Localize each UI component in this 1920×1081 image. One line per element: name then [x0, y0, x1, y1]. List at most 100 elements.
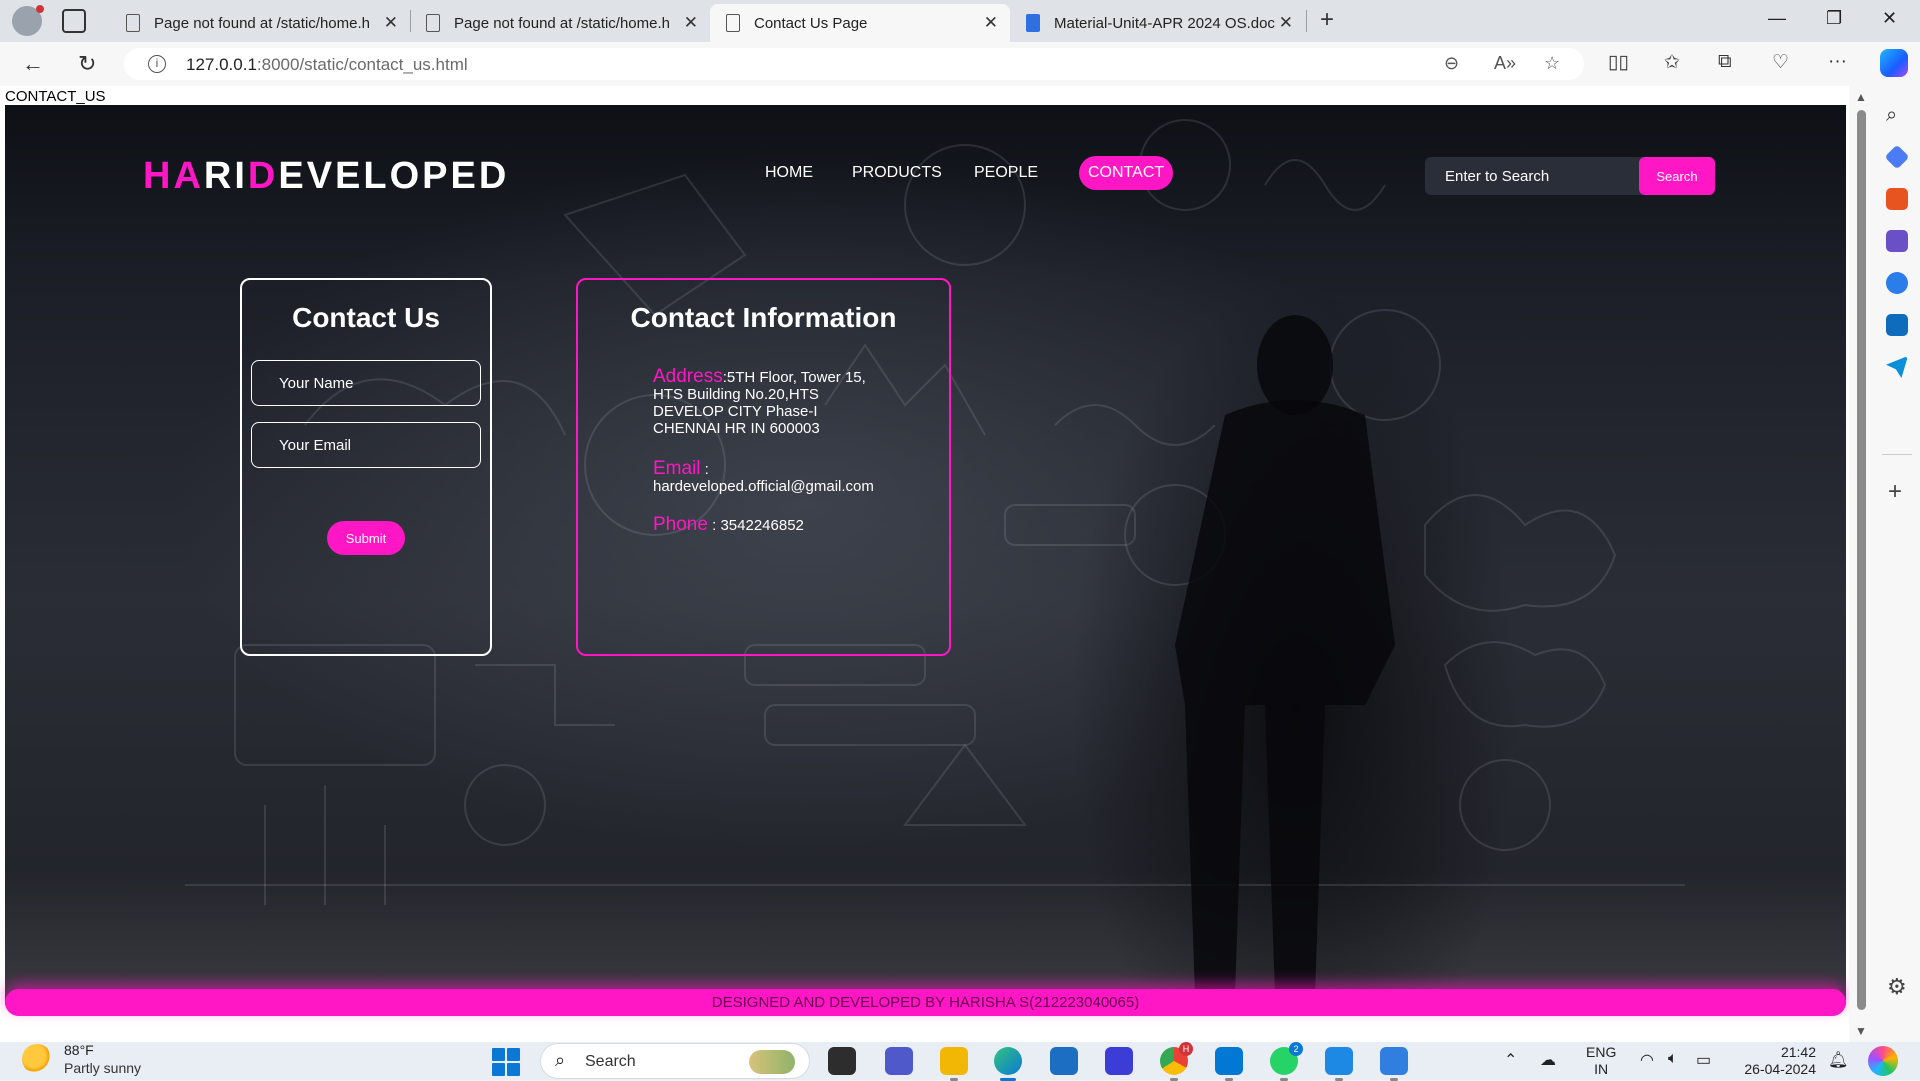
- submit-button[interactable]: Submit: [327, 521, 405, 555]
- search-input[interactable]: [1425, 157, 1635, 195]
- site-info-icon[interactable]: i: [148, 55, 166, 73]
- tab-page-not-found-2[interactable]: Page not found at /static/home.h ✕: [410, 4, 710, 42]
- clock[interactable]: 21:42 26-04-2024: [1740, 1044, 1816, 1078]
- close-tab-icon[interactable]: ✕: [984, 13, 998, 33]
- whatsapp-icon[interactable]: 2: [1270, 1042, 1303, 1081]
- scroll-down-arrow-icon[interactable]: ▼: [1855, 1024, 1867, 1038]
- sidebar-tag-icon[interactable]: [1884, 144, 1910, 170]
- address-block: Address:5TH Floor, Tower 15, HTS Buildin…: [653, 366, 913, 437]
- search-button[interactable]: Search: [1639, 157, 1715, 195]
- chrome-profile-badge: H: [1179, 1042, 1193, 1056]
- tab-contact-us[interactable]: Contact Us Page ✕: [710, 4, 1010, 42]
- battery-icon[interactable]: ▭: [1696, 1050, 1711, 1070]
- copilot-icon[interactable]: [1880, 49, 1908, 77]
- sidebar-tools-icon[interactable]: [1886, 188, 1908, 210]
- close-tab-icon[interactable]: ✕: [1279, 13, 1293, 33]
- start-windows-icon[interactable]: [492, 1048, 520, 1076]
- editor-app-icon[interactable]: [1105, 1047, 1133, 1075]
- email-value: hardeveloped.official@gmail.com: [653, 478, 874, 495]
- sidebar-settings-gear-icon[interactable]: ⚙: [1887, 974, 1907, 1000]
- minimize-icon[interactable]: —: [1768, 8, 1786, 29]
- tray-overflow-chevron-icon[interactable]: ⌃: [1504, 1050, 1517, 1070]
- contact-form-title: Contact Us: [292, 302, 440, 333]
- phone-label: Phone: [653, 514, 708, 535]
- teams-icon[interactable]: [885, 1047, 913, 1075]
- weather-temp[interactable]: 88°F: [64, 1042, 94, 1058]
- tab-page-not-found-1[interactable]: Page not found at /static/home.h ✕: [110, 4, 410, 42]
- profile-avatar-icon[interactable]: [12, 5, 44, 36]
- volume-icon[interactable]: 🔈︎: [1668, 1050, 1678, 1068]
- refresh-icon[interactable]: ↻: [78, 51, 96, 77]
- edge-sidebar: ⌕ + ⚙: [1874, 86, 1920, 1042]
- taskbar-search[interactable]: ⌕ Search: [540, 1043, 810, 1079]
- sidebar-divider: [1882, 454, 1912, 455]
- notification-bell-icon[interactable]: 🔔︎: [1828, 1050, 1848, 1070]
- email-label: Email: [653, 458, 701, 479]
- notepad-icon[interactable]: [1325, 1047, 1353, 1081]
- read-aloud-icon[interactable]: A»: [1494, 53, 1516, 74]
- browser-essentials-icon[interactable]: ♡: [1772, 51, 1789, 74]
- sidebar-games-icon[interactable]: [1886, 230, 1908, 252]
- language-indicator[interactable]: ENG IN: [1586, 1044, 1616, 1078]
- email-field[interactable]: [251, 422, 481, 468]
- favorite-star-icon[interactable]: ☆: [1544, 53, 1560, 74]
- back-arrow-icon[interactable]: ←: [22, 51, 44, 77]
- contact-info-title: Contact Information: [630, 302, 897, 333]
- close-tab-icon[interactable]: ✕: [384, 13, 398, 33]
- sidebar-send-icon[interactable]: [1886, 356, 1908, 378]
- weather-desc[interactable]: Partly sunny: [64, 1060, 141, 1076]
- sidebar-m365-icon[interactable]: [1886, 272, 1908, 294]
- restore-icon[interactable]: ❐: [1826, 8, 1842, 29]
- search-highlight-icon: [749, 1050, 795, 1074]
- site-search: Search: [1425, 157, 1715, 195]
- nav-home[interactable]: HOME: [765, 156, 813, 190]
- onedrive-cloud-icon[interactable]: ☁: [1540, 1050, 1556, 1070]
- store-icon[interactable]: [1050, 1047, 1078, 1075]
- chrome-icon[interactable]: H: [1160, 1042, 1193, 1081]
- tab-actions-icon[interactable]: [62, 9, 86, 33]
- more-options-icon[interactable]: ···: [1828, 51, 1847, 73]
- address-bar[interactable]: i 127.0.0.1:8000/static/contact_us.html …: [124, 48, 1584, 80]
- name-field[interactable]: [251, 360, 481, 406]
- nav-people[interactable]: PEOPLE: [974, 156, 1038, 190]
- page-icon: [126, 14, 140, 32]
- address-toolbar: ← ↻ i 127.0.0.1:8000/static/contact_us.h…: [0, 42, 1920, 86]
- copilot-tray-icon[interactable]: [1868, 1046, 1898, 1076]
- favorites-icon[interactable]: ✩: [1664, 51, 1680, 74]
- page-icon: [726, 14, 740, 32]
- address-line: HTS Building No.20,HTS: [653, 386, 819, 403]
- nav-products[interactable]: PRODUCTS: [852, 156, 942, 190]
- sidebar-add-icon[interactable]: +: [1888, 478, 1902, 506]
- site-logo[interactable]: HARIDEVELOPED: [143, 155, 509, 198]
- phone-block: Phone : 3542246852: [653, 514, 913, 535]
- nav-contact[interactable]: CONTACT: [1079, 156, 1174, 190]
- close-window-icon[interactable]: ✕: [1882, 8, 1897, 29]
- task-view-icon[interactable]: [828, 1047, 856, 1075]
- contact-form-card: Contact Us Submit: [240, 278, 492, 656]
- file-explorer-icon[interactable]: [940, 1047, 968, 1081]
- edge-browser-icon[interactable]: [994, 1047, 1022, 1081]
- new-tab-icon[interactable]: +: [1320, 6, 1334, 34]
- weather-sun-icon[interactable]: [22, 1044, 52, 1074]
- sidebar-outlook-icon[interactable]: [1886, 314, 1908, 336]
- address-line: DEVELOP CITY Phase-I: [653, 403, 818, 420]
- taskbar-search-label: Search: [585, 1053, 636, 1070]
- vscode-icon[interactable]: [1215, 1047, 1243, 1081]
- close-tab-icon[interactable]: ✕: [684, 13, 698, 33]
- docs-icon: [1026, 14, 1040, 32]
- paint-icon[interactable]: [1380, 1047, 1408, 1081]
- scroll-up-arrow-icon[interactable]: ▲: [1855, 90, 1867, 104]
- tab-separator: [1306, 10, 1307, 32]
- scroll-thumb[interactable]: [1857, 110, 1866, 1010]
- contact-info-card: Contact Information Address:5TH Floor, T…: [576, 278, 951, 656]
- vertical-scrollbar[interactable]: ▲ ▼: [1849, 86, 1874, 1042]
- address-line: CHENNAI HR IN 600003: [653, 420, 820, 437]
- url-text[interactable]: 127.0.0.1:8000/static/contact_us.html: [186, 55, 468, 75]
- collections-icon[interactable]: ⧉: [1718, 51, 1732, 73]
- wifi-icon[interactable]: ◠: [1640, 1050, 1654, 1070]
- address-label: Address: [653, 366, 723, 387]
- zoom-out-icon[interactable]: ⊖: [1444, 53, 1459, 74]
- tab-material-doc[interactable]: Material-Unit4-APR 2024 OS.doc ✕: [1010, 4, 1305, 42]
- sidebar-search-icon[interactable]: ⌕: [1886, 104, 1908, 126]
- split-screen-icon[interactable]: ▯▯: [1608, 51, 1629, 74]
